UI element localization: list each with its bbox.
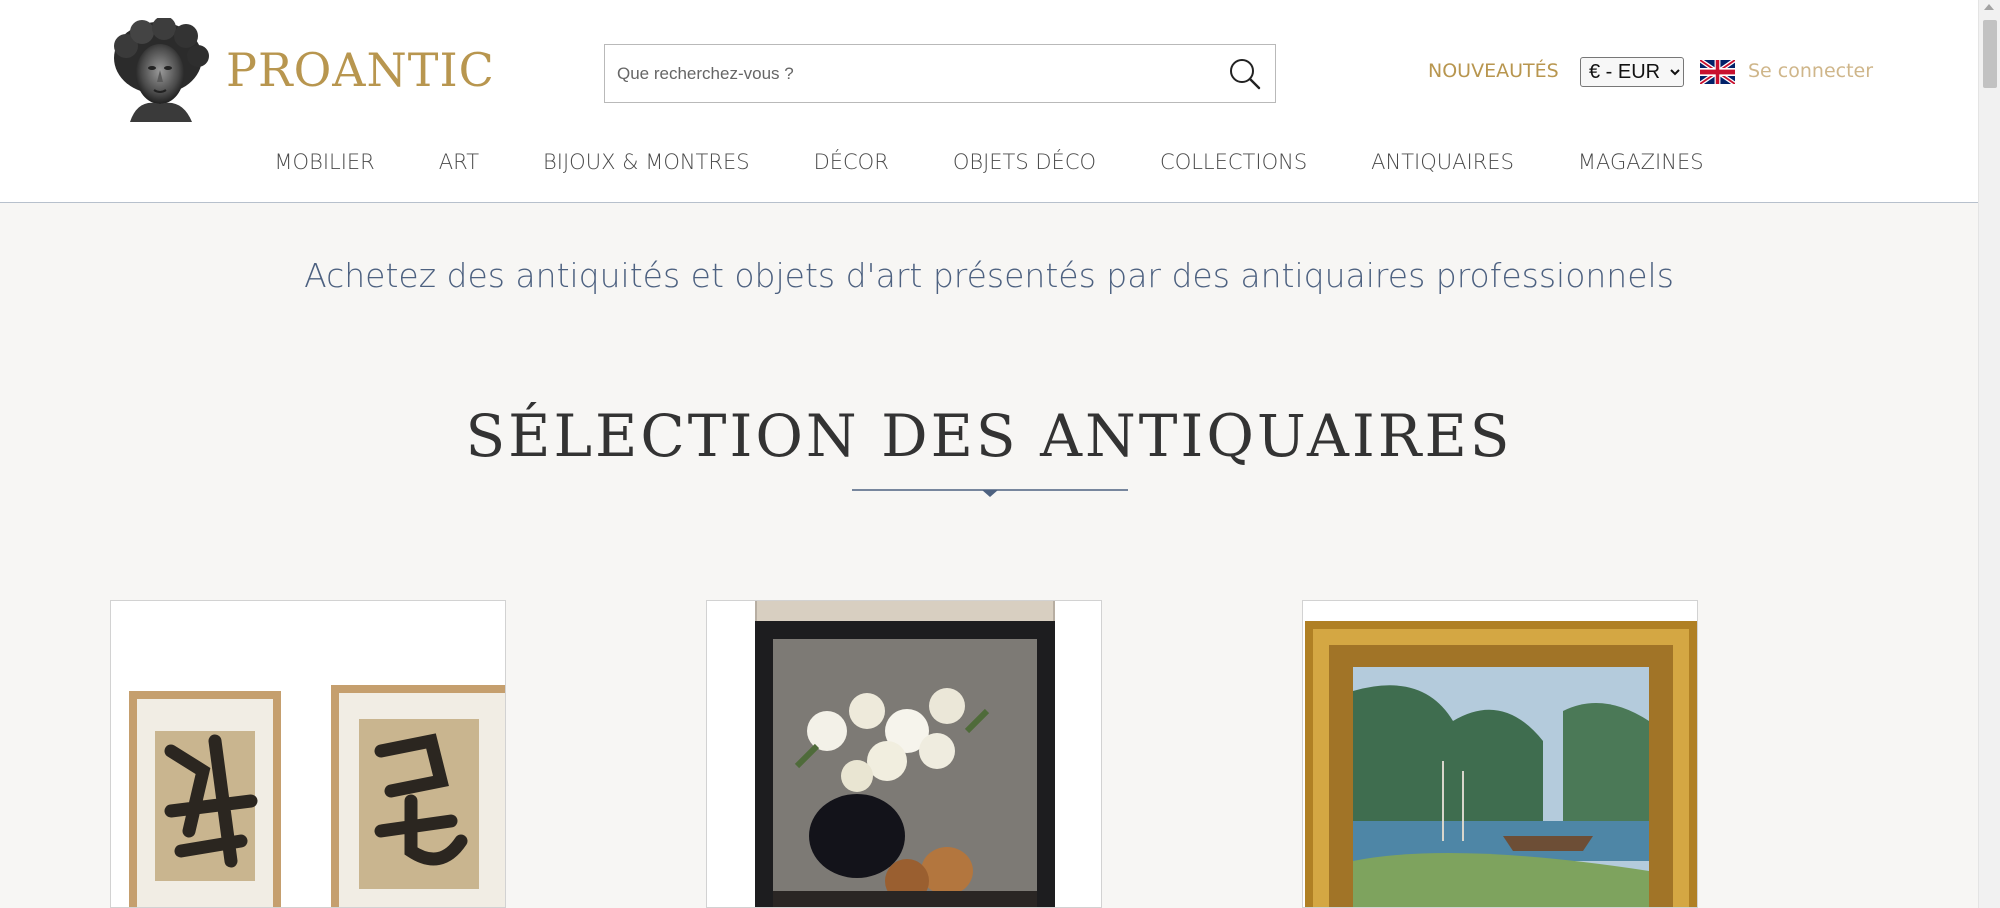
product-card[interactable] [110,600,506,908]
site-header: PROANTIC NOUVEAUTÉS € - EUR Se connecter… [0,0,1978,203]
page-tagline: Achetez des antiquités et objets d'art p… [304,256,1674,295]
title-divider [852,489,1128,497]
section-title: SÉLECTION DES ANTIQUAIRES [465,402,1513,470]
uk-flag-icon[interactable] [1700,60,1735,84]
brand-name: PROANTIC [226,43,495,97]
nav-item-antiquaires[interactable]: ANTIQUAIRES [1339,150,1546,174]
product-card[interactable] [706,600,1102,908]
product-image-still-life-roses [707,601,1101,907]
scroll-up-arrow-icon[interactable] [1984,4,1994,10]
nav-item-magazines[interactable]: MAGAZINES [1546,150,1736,174]
search-input[interactable] [605,45,1215,102]
nav-item-objets-deco[interactable]: OBJETS DÉCO [921,150,1128,174]
product-image-framed-landscape [1303,601,1697,907]
search-button[interactable] [1215,45,1275,102]
search-icon [1230,58,1261,89]
nav-item-mobilier[interactable]: MOBILIER [242,150,406,174]
logo[interactable]: PROANTIC [108,18,495,122]
search-bar [604,44,1276,103]
scrollbar-thumb[interactable] [1983,20,1997,88]
new-arrivals-link[interactable]: NOUVEAUTÉS [1428,60,1559,82]
signin-link[interactable]: Se connecter [1748,60,1873,82]
main-nav: MOBILIER ART BIJOUX & MONTRES DÉCOR OBJE… [0,150,1978,174]
nav-item-collections[interactable]: COLLECTIONS [1128,150,1339,174]
nav-item-bijoux-montres[interactable]: BIJOUX & MONTRES [511,150,782,174]
product-image-abstract-diptych [111,601,505,907]
currency-select[interactable]: € - EUR [1580,57,1684,87]
nav-item-art[interactable]: ART [407,150,511,174]
product-card[interactable] [1302,600,1698,908]
bust-logo-icon [114,18,209,122]
nav-item-decor[interactable]: DÉCOR [782,150,921,174]
page-scrollbar[interactable] [1978,0,2000,908]
